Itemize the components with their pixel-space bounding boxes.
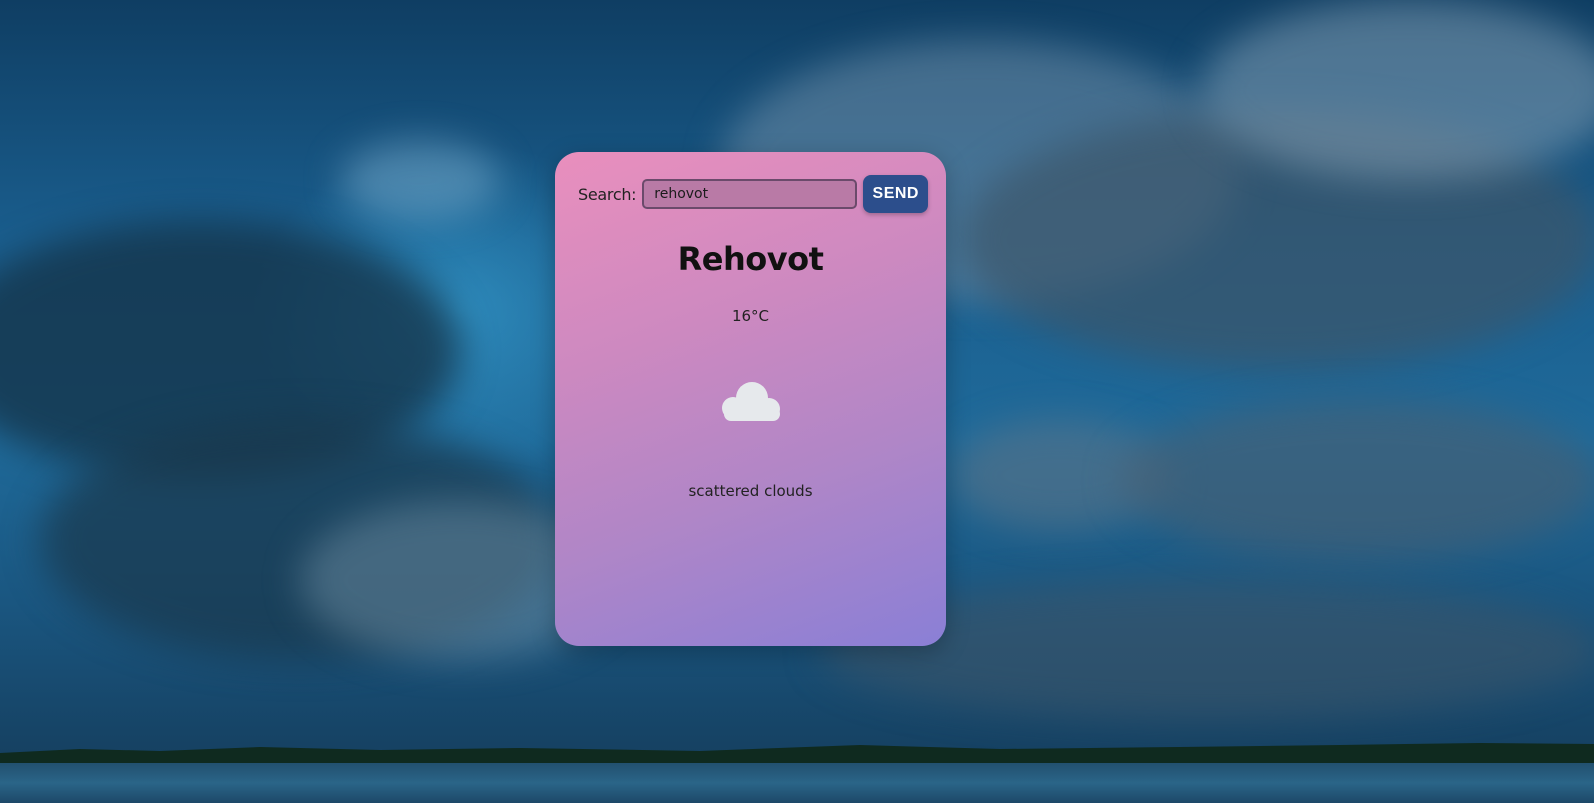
weather-description: scattered clouds <box>688 482 813 500</box>
city-name: Rehovot <box>677 240 824 278</box>
weather-card: Search: SEND Rehovot 16°C scattered clou… <box>555 152 946 646</box>
temperature: 16°C <box>731 307 770 325</box>
cloud-icon <box>722 382 780 421</box>
background-sky-photo: Search: SEND Rehovot 16°C scattered clou… <box>0 0 1594 803</box>
search-label: Search: <box>578 184 637 204</box>
search-bar: Search: SEND <box>578 175 929 213</box>
cloud-shape <box>1120 400 1594 560</box>
search-input[interactable] <box>642 179 858 209</box>
cloud-shape <box>340 140 500 220</box>
lake-water <box>0 763 1594 803</box>
send-button[interactable]: SEND <box>863 175 929 213</box>
cloud-shape <box>1200 0 1594 180</box>
treeline <box>0 743 1594 765</box>
